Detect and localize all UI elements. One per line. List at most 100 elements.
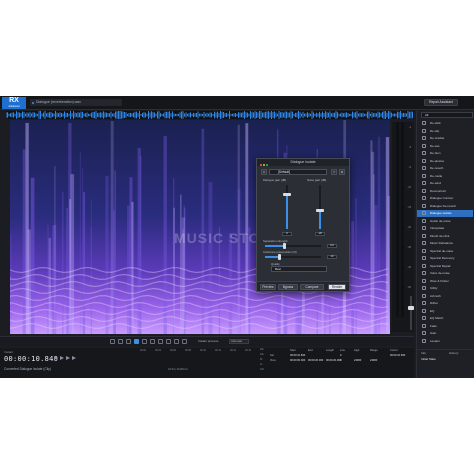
- module-item-voice-de-noise[interactable]: Voice de-noise: [417, 270, 473, 277]
- preset-select[interactable]: [Default]: [269, 169, 327, 175]
- ambience-value[interactable]: 10: [327, 255, 337, 259]
- zoom-in-tool-icon[interactable]: [110, 339, 115, 344]
- module-label: Guitar de-noise: [430, 218, 451, 223]
- close-icon[interactable]: [260, 163, 262, 166]
- module-item-spectral-de-noise[interactable]: Spectral de-noise: [417, 248, 473, 255]
- play-selection-icon[interactable]: [60, 356, 64, 360]
- zoom-fit-tool-icon[interactable]: [126, 339, 131, 344]
- quality-select[interactable]: Best: [271, 266, 327, 272]
- module-item-de-wind[interactable]: De-wind: [417, 180, 473, 187]
- separation-slider[interactable]: [265, 245, 321, 247]
- module-item-wow-flutter[interactable]: Wow & Flutter: [417, 278, 473, 285]
- history-item[interactable]: Initial State: [421, 357, 436, 361]
- minimize-icon[interactable]: [263, 163, 265, 166]
- module-item-de-plosive[interactable]: De-plosive: [417, 158, 473, 165]
- lasso-tool-icon[interactable]: [150, 339, 155, 344]
- separation-knob[interactable]: [283, 243, 287, 249]
- file-tab[interactable]: Dialogue (reverberation).wav: [30, 99, 122, 106]
- module-item-leveler[interactable]: Leveler: [417, 338, 473, 345]
- module-icon: [422, 301, 426, 306]
- settings-button[interactable]: ⚙: [339, 169, 345, 175]
- bypass-button[interactable]: Bypass: [278, 284, 298, 290]
- window-controls[interactable]: [260, 162, 269, 169]
- noise-gain-slider[interactable]: [319, 185, 321, 229]
- module-item-interpolate[interactable]: Interpolate: [417, 225, 473, 232]
- zoom-icon[interactable]: [266, 163, 268, 166]
- dialogue-gain-value[interactable]: 0: [282, 232, 292, 236]
- tab-info[interactable]: Info: [421, 350, 426, 356]
- vertical-zoom-knob[interactable]: [408, 306, 414, 310]
- selection-value[interactable]: 24000: [370, 359, 377, 362]
- module-item-de-ess[interactable]: De-ess: [417, 143, 473, 150]
- noise-gain-value[interactable]: -20: [315, 232, 325, 236]
- module-item-de-hum[interactable]: De-hum: [417, 150, 473, 157]
- selection-value[interactable]: 24000: [354, 359, 361, 362]
- freq-select-tool-icon[interactable]: [142, 339, 147, 344]
- module-item-de-rustle[interactable]: De-rustle: [417, 173, 473, 180]
- timecode-display[interactable]: 00:00:10.840: [4, 355, 58, 363]
- module-filter-select[interactable]: All: [421, 112, 473, 118]
- module-item-dialogue-contour[interactable]: Dialogue Contour: [417, 195, 473, 202]
- module-item-gain[interactable]: Gain: [417, 330, 473, 337]
- selection-value[interactable]: 00:00:20.000: [326, 359, 341, 362]
- dialog-titlebar[interactable]: Dialogue Isolate: [257, 159, 349, 166]
- rx-window: RX Advanced Dialogue (reverberation).wav…: [0, 96, 474, 378]
- preset-menu-button[interactable]: ≡: [261, 169, 267, 175]
- module-item-spectral-repair[interactable]: Spectral Repair: [417, 263, 473, 270]
- help-button[interactable]: ?: [331, 169, 337, 175]
- selection-value[interactable]: 00:00:20.000: [308, 359, 323, 362]
- db-tick-label: -20: [407, 226, 411, 229]
- time-ruler-label: 00:12: [215, 349, 221, 352]
- record-icon[interactable]: [72, 356, 76, 360]
- module-item-de-crackle[interactable]: De-crackle: [417, 135, 473, 142]
- wand-tool-icon[interactable]: [166, 339, 171, 344]
- preview-button[interactable]: Preview: [260, 284, 276, 290]
- dialogue-gain-knob[interactable]: [283, 193, 291, 197]
- noise-gain-knob[interactable]: [316, 209, 324, 213]
- brush-tool-icon[interactable]: [158, 339, 163, 344]
- tab-history[interactable]: History: [449, 350, 458, 356]
- selection-value[interactable]: 0: [340, 359, 341, 362]
- play-icon[interactable]: [54, 356, 58, 360]
- module-item-eq[interactable]: EQ: [417, 308, 473, 315]
- compare-button[interactable]: Compare: [300, 284, 324, 290]
- selection-header: High: [354, 349, 360, 352]
- instant-process-mode-select[interactable]: Attenuate: [229, 339, 249, 344]
- module-item-spectral-recovery[interactable]: Spectral Recovery: [417, 255, 473, 262]
- loop-icon[interactable]: [66, 356, 70, 360]
- module-item-de-click[interactable]: De-click: [417, 120, 473, 127]
- instant-process-tool-icon[interactable]: [182, 339, 187, 344]
- module-item-eq-match[interactable]: EQ Match: [417, 315, 473, 322]
- module-item-deconstruct[interactable]: Deconstruct: [417, 188, 473, 195]
- module-item-dialogue-isolate[interactable]: Dialogue Isolate: [417, 210, 473, 217]
- time-select-tool-icon[interactable]: [134, 339, 139, 344]
- hand-tool-icon[interactable]: [174, 339, 179, 344]
- selection-value[interactable]: 00:00:10.840: [290, 354, 305, 357]
- module-item-dither[interactable]: Dither: [417, 300, 473, 307]
- ambience-slider[interactable]: [265, 256, 321, 258]
- module-item-de-reverb[interactable]: De-reverb: [417, 165, 473, 172]
- separation-value[interactable]: 2.0: [327, 244, 337, 248]
- module-item-utility[interactable]: Utility: [417, 285, 473, 292]
- render-button[interactable]: Render: [328, 284, 346, 290]
- dialogue-gain-slider[interactable]: [286, 185, 288, 229]
- module-item-music-rebalance[interactable]: Music Rebalance: [417, 240, 473, 247]
- module-item-de-clip[interactable]: De-clip: [417, 128, 473, 135]
- selection-value[interactable]: 0: [340, 354, 341, 357]
- module-item-dialogue-de-reverb[interactable]: Dialogue De-reverb: [417, 203, 473, 210]
- ambience-knob[interactable]: [277, 254, 281, 260]
- module-label: De-crackle: [430, 136, 445, 140]
- zoom-out-tool-icon[interactable]: [118, 339, 123, 344]
- module-item-mouth-de-click[interactable]: Mouth de-click: [417, 233, 473, 240]
- selection-value[interactable]: 00:00:10.840: [390, 354, 405, 357]
- module-item-guitar-de-noise[interactable]: Guitar de-noise: [417, 218, 473, 225]
- db-tick-label: -1: [408, 126, 411, 129]
- module-item-azimuth[interactable]: Azimuth: [417, 293, 473, 300]
- vertical-zoom-slider[interactable]: [410, 296, 412, 330]
- repair-assistant-button[interactable]: Repair Assistant: [424, 99, 458, 106]
- selection-value[interactable]: 00:00:00.000: [290, 359, 305, 362]
- module-label: De-click: [430, 121, 441, 125]
- dialogue-gain-label: Dialogue gain (dB): [263, 178, 287, 182]
- waveform-overview[interactable]: [6, 111, 414, 119]
- module-item-fade[interactable]: Fade: [417, 323, 473, 330]
